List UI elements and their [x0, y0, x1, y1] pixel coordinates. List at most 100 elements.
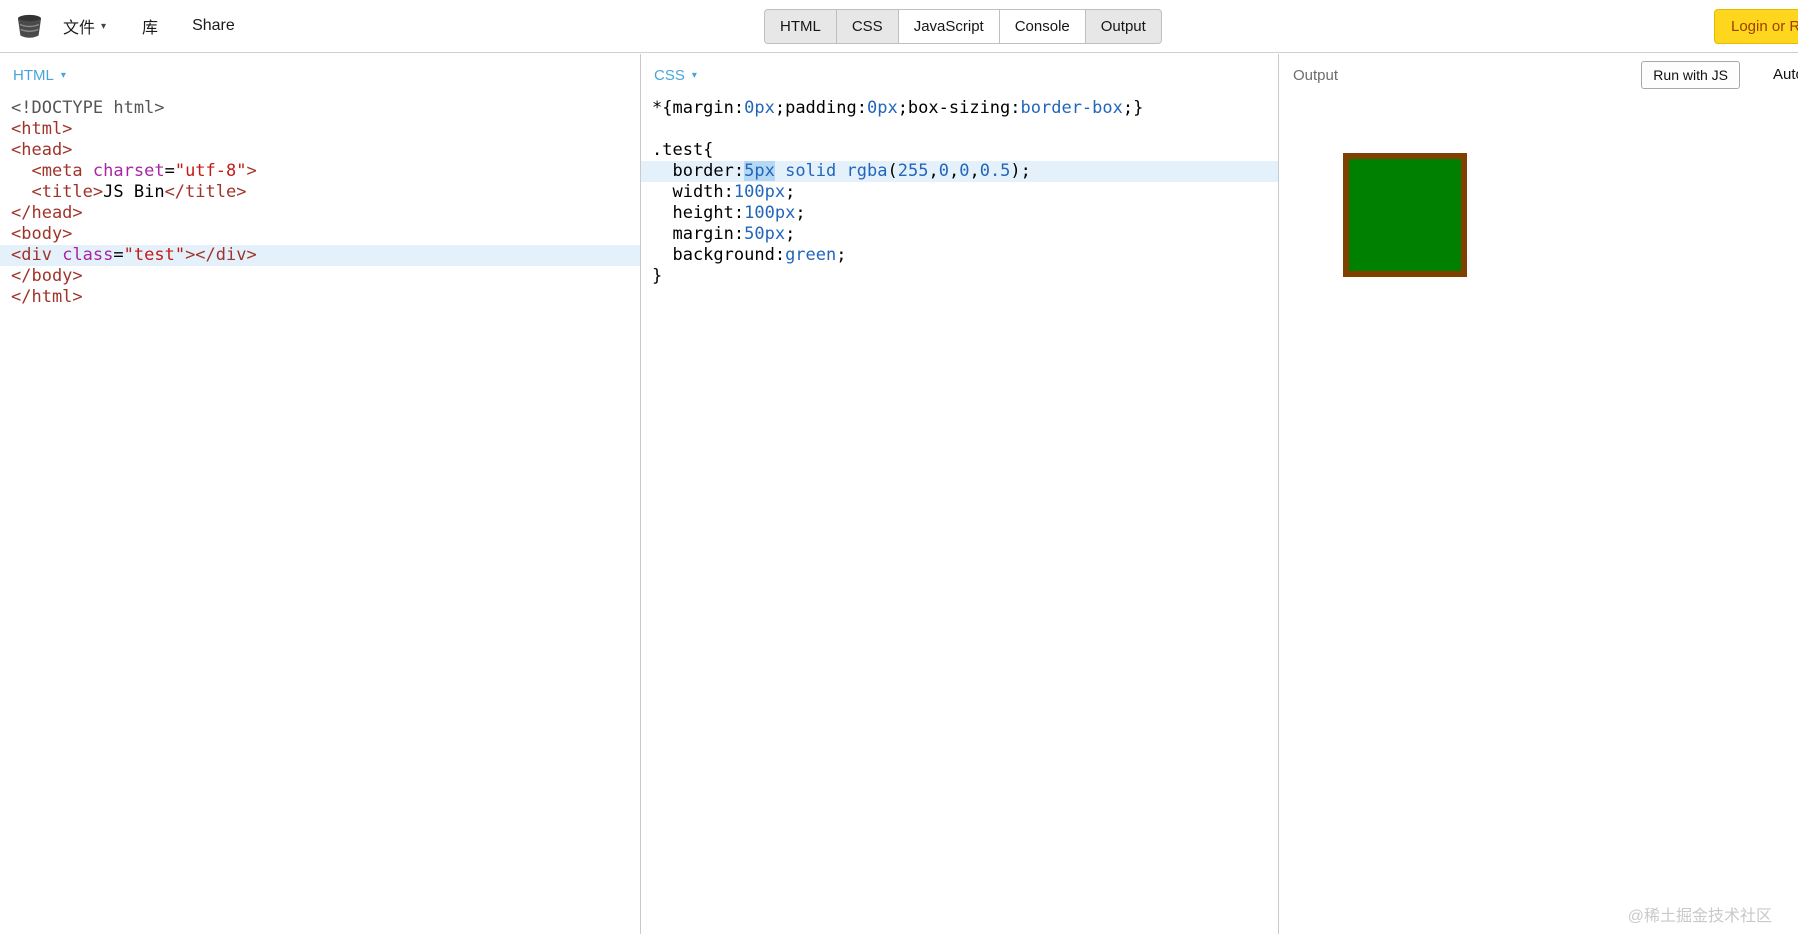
code-token: } — [652, 266, 663, 286]
chevron-down-icon: ▾ — [691, 69, 697, 81]
code-token: "test" — [123, 245, 186, 265]
code-token: *{margin: — [652, 98, 745, 118]
code-line[interactable]: background:green; — [641, 245, 1278, 266]
code-token: ( — [887, 161, 898, 181]
code-token: = — [164, 161, 175, 181]
code-line[interactable]: <head> — [0, 140, 640, 161]
code-token: ;} — [1122, 98, 1144, 118]
code-token: ; — [785, 224, 796, 244]
panel-tabs: HTML CSS JavaScript Console Output — [764, 9, 1162, 44]
code-line[interactable]: <title>JS Bin</title> — [0, 182, 640, 203]
code-token: <head> — [11, 140, 73, 160]
code-token: , — [969, 161, 980, 181]
code-token: 0px — [866, 98, 898, 118]
login-button[interactable]: Login or R — [1714, 9, 1798, 44]
watermark: @稀土掘金技术社区 — [1627, 908, 1772, 925]
tab-console[interactable]: Console — [998, 9, 1086, 44]
code-line[interactable]: height:100px; — [641, 203, 1278, 224]
code-token: width: — [652, 182, 734, 202]
code-line[interactable]: } — [641, 266, 1278, 287]
code-line[interactable]: <html> — [0, 119, 640, 140]
file-menu-label: 文件 — [63, 20, 96, 37]
code-line[interactable]: *{margin:0px;padding:0px;box-sizing:bord… — [641, 98, 1278, 119]
code-token: charset — [92, 161, 165, 181]
output-header: Output Run with JS Auto — [1279, 54, 1798, 96]
css-editor[interactable]: *{margin:0px;padding:0px;box-sizing:bord… — [641, 96, 1278, 287]
code-token: , — [928, 161, 939, 181]
chevron-down-icon: ▾ — [60, 69, 66, 81]
code-token: border: — [652, 161, 745, 181]
css-panel: CSS ▾ *{margin:0px;padding:0px;box-sizin… — [640, 54, 1278, 934]
chevron-down-icon: ▾ — [101, 20, 107, 32]
html-panel: HTML ▾ <!DOCTYPE html> <html> <head> <meta… — [0, 54, 640, 934]
code-token: <div — [11, 245, 52, 265]
code-token: border-box — [1020, 98, 1123, 118]
code-token: ; — [836, 245, 847, 265]
share-menu[interactable]: Share — [192, 17, 235, 35]
code-token: 0.5 — [979, 161, 1011, 181]
topbar: 文件 ▾ 库 Share HTML CSS JavaScript Console Out… — [0, 0, 1798, 53]
code-line[interactable]: margin:50px; — [641, 224, 1278, 245]
code-token: 100px — [744, 203, 796, 223]
code-line[interactable]: </head> — [0, 203, 640, 224]
code-token: ; — [795, 203, 806, 223]
tab-css[interactable]: CSS — [835, 9, 899, 44]
tab-html[interactable]: HTML — [764, 9, 837, 44]
code-token: 0px — [744, 98, 775, 118]
run-with-js-button[interactable]: Run with JS — [1641, 61, 1740, 89]
code-token: margin: — [652, 224, 745, 244]
code-line[interactable]: <body> — [0, 224, 640, 245]
code-token: <meta — [31, 161, 83, 181]
code-token: class — [62, 245, 114, 265]
code-token: rgba — [846, 161, 888, 181]
jsbin-logo-icon[interactable] — [16, 14, 43, 39]
css-panel-menu[interactable]: CSS ▾ — [641, 54, 1278, 96]
code-line[interactable]: .test{ — [641, 140, 1278, 161]
output-title: Output — [1293, 66, 1339, 84]
code-token: , — [948, 161, 960, 181]
css-panel-title: CSS — [654, 66, 685, 84]
code-token: ></div> — [185, 245, 257, 265]
code-token: <!DOCTYPE html> — [11, 98, 165, 118]
code-token: </title> — [164, 182, 247, 202]
code-token: ;box-sizing: — [897, 98, 1021, 118]
file-menu[interactable]: 文件 ▾ — [63, 14, 106, 38]
code-token: 0 — [959, 161, 970, 181]
code-token: </body> — [11, 266, 83, 286]
code-line[interactable]: </html> — [0, 287, 640, 308]
code-line[interactable]: <!DOCTYPE html> — [0, 98, 640, 119]
code-token: = — [113, 245, 124, 265]
code-token: </head> — [11, 203, 83, 223]
jsbin-app: 文件 ▾ 库 Share HTML CSS JavaScript Console Out… — [0, 0, 1798, 934]
tab-output[interactable]: Output — [1084, 9, 1162, 44]
code-token: 0 — [938, 161, 949, 181]
code-token: ;padding: — [774, 98, 867, 118]
output-panel: Output Run with JS Auto — [1278, 54, 1798, 934]
code-line[interactable]: <div class="test"></div> — [0, 245, 640, 266]
code-token: background: — [652, 245, 786, 265]
code-token: green — [785, 245, 837, 265]
tab-javascript[interactable]: JavaScript — [897, 9, 1000, 44]
library-menu[interactable]: 库 — [142, 14, 158, 38]
code-token: 50px — [744, 224, 786, 244]
code-line[interactable]: </body> — [0, 266, 640, 287]
code-token: JS Bin — [103, 182, 165, 202]
code-line[interactable]: border:5px solid rgba(255,0,0,0.5); — [641, 161, 1278, 182]
code-token: ; — [785, 182, 796, 202]
code-line[interactable]: <meta charset="utf-8"> — [0, 161, 640, 182]
code-token: .test{ — [652, 140, 714, 160]
code-token: </html> — [11, 287, 83, 307]
code-line[interactable] — [641, 119, 1278, 140]
html-editor[interactable]: <!DOCTYPE html> <html> <head> <meta charse… — [0, 96, 640, 308]
html-panel-menu[interactable]: HTML ▾ — [0, 54, 640, 96]
code-token: > — [246, 161, 257, 181]
auto-run-label[interactable]: Auto — [1773, 66, 1798, 83]
code-line[interactable]: width:100px; — [641, 182, 1278, 203]
code-token: <html> — [11, 119, 73, 139]
code-token: ); — [1010, 161, 1031, 181]
